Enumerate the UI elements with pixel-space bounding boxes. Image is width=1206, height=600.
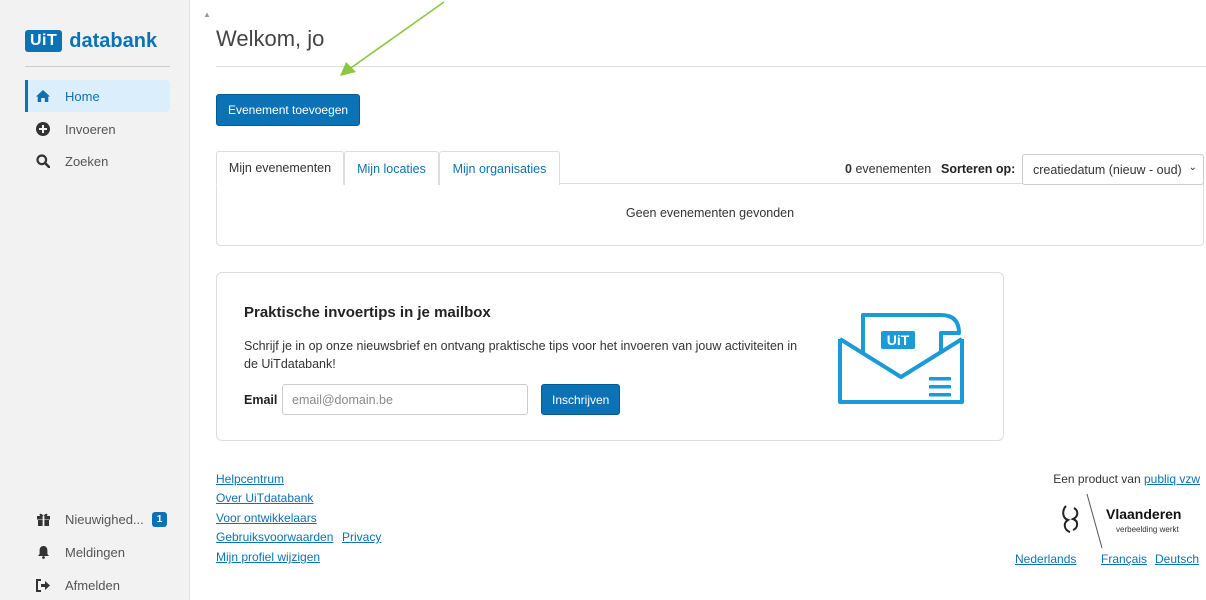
scrollbar-up-arrow[interactable]: ▲ [203,10,211,19]
sidebar-item-home[interactable]: Home [25,80,170,112]
sidebar-item-label: Nieuwighed... [65,511,144,527]
tab-mijn-evenementen[interactable]: Mijn evenementen [216,151,344,185]
sidebar-item-nieuwigheden[interactable]: Nieuwighed... 1 [25,503,170,535]
email-label: Email [244,393,278,407]
logo-badge: UiT [25,30,63,52]
language-deutsch[interactable]: Deutsch [1155,552,1199,566]
uit-databank-logo[interactable]: UiT databank [25,28,157,54]
sidebar-item-meldingen[interactable]: Meldingen [25,536,170,568]
footer-link-gebruiksvoorwaarden[interactable]: Gebruiksvoorwaarden [216,530,333,544]
search-icon [33,154,53,168]
sidebar-item-label: Zoeken [65,153,109,169]
product-credit: Een product van publiq vzw [1053,472,1200,486]
language-francais[interactable]: Français [1101,552,1147,566]
footer-link-helpcentrum[interactable]: Helpcentrum [216,472,284,486]
empty-state-message: Geen evenementen gevonden [625,206,795,220]
gift-icon [33,512,53,526]
page-title: Welkom, jo [216,26,325,51]
newsletter-title: Praktische invoertips in je mailbox [244,304,491,321]
sidebar-item-label: Afmelden [65,577,120,593]
newsletter-card: Praktische invoertips in je mailbox Schr… [216,272,1004,441]
add-event-button[interactable]: Evenement toevoegen [216,94,361,126]
event-count: 0 evenementen [845,162,931,176]
sidebar-item-zoeken[interactable]: Zoeken [25,145,170,177]
newsletter-description: Schrijf je in op onze nieuwsbrief en ont… [244,339,798,371]
footer-link-ontwikkelaars[interactable]: Voor ontwikkelaars [216,511,317,525]
sort-select-value: creatiedatum (nieuw - oud) [1033,162,1182,177]
sidebar-divider [25,66,170,67]
footer-link-privacy[interactable]: Privacy [342,530,381,544]
tab-mijn-locaties[interactable]: Mijn locaties [344,151,439,185]
sidebar-item-invoeren[interactable]: Invoeren [25,113,170,145]
notification-badge: 1 [151,511,168,527]
sidebar-item-label: Invoeren [65,121,116,137]
plus-circle-icon [33,122,53,136]
annotation-arrow-icon [340,1,445,76]
event-count-number: 0 [845,162,852,176]
tab-mijn-organisaties[interactable]: Mijn organisaties [439,151,560,185]
envelope-illustration-icon: UiT [838,313,964,404]
event-count-suffix: evenementen [855,162,932,176]
email-field[interactable] [282,384,528,415]
footer-link-profiel[interactable]: Mijn profiel wijzigen [216,550,320,564]
sign-out-icon [33,578,53,592]
illustration-badge-text: UiT [887,332,910,348]
vlaanderen-name: Vlaanderen [1106,506,1181,522]
sidebar: UiT databank Home Invoeren Zoeken Nieuwi… [0,0,190,600]
sidebar-item-label: Home [65,88,100,104]
footer-link-over[interactable]: Over UiTdatabank [216,491,313,505]
chevron-down-icon: ⌄ [1188,162,1197,173]
language-nederlands[interactable]: Nederlands [1015,552,1076,566]
vlaanderen-tagline: verbeelding werkt [1116,525,1179,534]
subscribe-button[interactable]: Inschrijven [541,384,621,415]
sidebar-item-label: Meldingen [65,544,125,560]
sort-select[interactable]: creatiedatum (nieuw - oud) ⌄ [1022,154,1204,185]
sort-label: Sorteren op: [941,162,1016,176]
home-icon [33,89,53,103]
sidebar-item-afmelden[interactable]: Afmelden [25,569,170,600]
logo-text: databank [69,29,158,52]
vlaanderen-logo: Vlaanderen verbeelding werkt [1062,493,1181,549]
bell-icon [33,545,53,559]
product-credit-prefix: Een product van [1053,472,1141,486]
publiq-link[interactable]: publiq vzw [1144,472,1200,486]
